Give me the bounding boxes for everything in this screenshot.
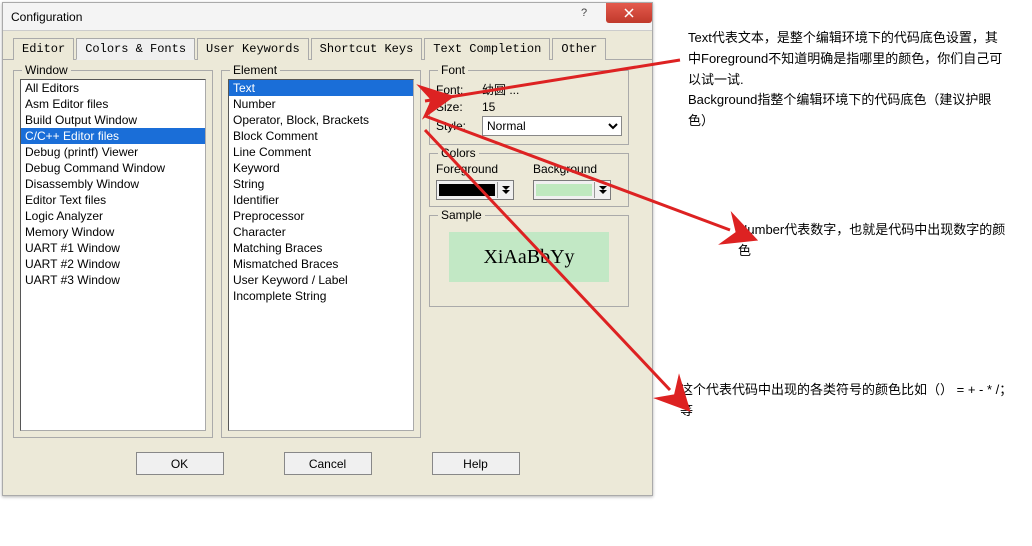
list-item[interactable]: Mismatched Braces — [229, 256, 413, 272]
list-item[interactable]: Matching Braces — [229, 240, 413, 256]
configuration-dialog: Configuration ? Editor Colors & Fonts Us… — [2, 2, 653, 496]
list-item[interactable]: Asm Editor files — [21, 96, 205, 112]
list-item[interactable]: UART #3 Window — [21, 272, 205, 288]
list-item[interactable]: Disassembly Window — [21, 176, 205, 192]
background-color-button[interactable] — [533, 180, 611, 200]
ok-button[interactable]: OK — [136, 452, 224, 475]
size-label: Size: — [436, 100, 482, 114]
close-icon — [624, 8, 634, 18]
window-group: Window All EditorsAsm Editor filesBuild … — [13, 70, 213, 438]
list-item[interactable]: Text — [229, 80, 413, 96]
help-button[interactable]: ? — [562, 3, 606, 23]
background-label: Background — [533, 162, 622, 176]
font-group-label: Font — [438, 63, 468, 77]
list-item[interactable]: Editor Text files — [21, 192, 205, 208]
element-listbox[interactable]: TextNumberOperator, Block, BracketsBlock… — [228, 79, 414, 431]
foreground-color-button[interactable] — [436, 180, 514, 200]
list-item[interactable]: Keyword — [229, 160, 413, 176]
colors-group-label: Colors — [438, 146, 479, 160]
tab-other[interactable]: Other — [552, 38, 606, 60]
sample-group: Sample XiAaBbYy — [429, 215, 629, 307]
font-label: Font: — [436, 83, 482, 97]
size-value: 15 — [482, 100, 622, 114]
list-item[interactable]: Line Comment — [229, 144, 413, 160]
style-select[interactable]: Normal — [482, 116, 622, 136]
font-group: Font Font: 幼圆 ... Size: 15 Style: Normal — [429, 70, 629, 145]
foreground-swatch — [439, 184, 495, 196]
close-button[interactable] — [606, 3, 652, 23]
annotation-operator: 这个代表代码中出现的各类符号的颜色比如（） = + - * /； 等 — [680, 380, 1020, 422]
list-item[interactable]: Logic Analyzer — [21, 208, 205, 224]
tab-text-completion[interactable]: Text Completion — [424, 38, 550, 60]
window-listbox[interactable]: All EditorsAsm Editor filesBuild Output … — [20, 79, 206, 431]
list-item[interactable]: All Editors — [21, 80, 205, 96]
tab-editor[interactable]: Editor — [13, 38, 74, 60]
list-item[interactable]: User Keyword / Label — [229, 272, 413, 288]
tab-user-keywords[interactable]: User Keywords — [197, 38, 309, 60]
list-item[interactable]: C/C++ Editor files — [21, 128, 205, 144]
button-row: OK Cancel Help — [3, 444, 652, 485]
annotation-text: Text代表文本，是整个编辑环境下的代码底色设置，其中Foreground不知道… — [688, 28, 1008, 132]
list-item[interactable]: Number — [229, 96, 413, 112]
list-item[interactable]: UART #1 Window — [21, 240, 205, 256]
element-group-label: Element — [230, 63, 280, 77]
cancel-button[interactable]: Cancel — [284, 452, 372, 475]
list-item[interactable]: Preprocessor — [229, 208, 413, 224]
list-item[interactable]: Operator, Block, Brackets — [229, 112, 413, 128]
tab-bar: Editor Colors & Fonts User Keywords Shor… — [3, 31, 652, 60]
chevron-down-icon — [594, 182, 610, 198]
list-item[interactable]: Identifier — [229, 192, 413, 208]
list-item[interactable]: Block Comment — [229, 128, 413, 144]
colors-group: Colors Foreground Background — [429, 153, 629, 207]
list-item[interactable]: Debug (printf) Viewer — [21, 144, 205, 160]
tab-shortcut-keys[interactable]: Shortcut Keys — [311, 38, 423, 60]
list-item[interactable]: Incomplete String — [229, 288, 413, 304]
annotation-number: Number代表数字，也就是代码中出现数字的颜色 — [738, 220, 1018, 262]
list-item[interactable]: String — [229, 176, 413, 192]
element-group: Element TextNumberOperator, Block, Brack… — [221, 70, 421, 438]
help-button-bottom[interactable]: Help — [432, 452, 520, 475]
font-value[interactable]: 幼圆 ... — [482, 81, 622, 98]
style-label: Style: — [436, 119, 482, 133]
list-item[interactable]: Debug Command Window — [21, 160, 205, 176]
dialog-title: Configuration — [11, 10, 82, 24]
background-swatch — [536, 184, 592, 196]
tab-colors-fonts[interactable]: Colors & Fonts — [76, 38, 195, 60]
list-item[interactable]: Memory Window — [21, 224, 205, 240]
list-item[interactable]: Build Output Window — [21, 112, 205, 128]
chevron-down-icon — [497, 182, 513, 198]
window-group-label: Window — [22, 63, 71, 77]
titlebar[interactable]: Configuration ? — [3, 3, 652, 31]
sample-text: XiAaBbYy — [449, 232, 609, 282]
sample-group-label: Sample — [438, 208, 485, 222]
list-item[interactable]: UART #2 Window — [21, 256, 205, 272]
foreground-label: Foreground — [436, 162, 525, 176]
list-item[interactable]: Character — [229, 224, 413, 240]
